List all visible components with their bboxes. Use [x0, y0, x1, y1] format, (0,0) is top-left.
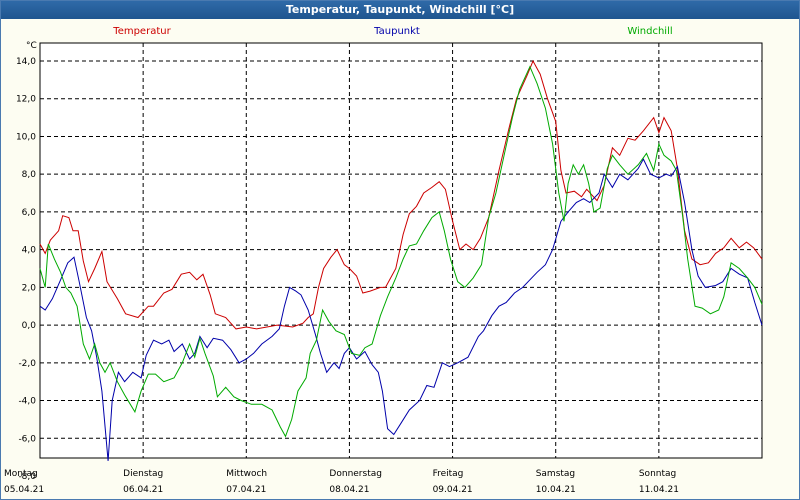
- y-tick-label: 0,0: [22, 321, 37, 331]
- x-axis-ticks: Montag 05.04.21 Dienstag 06.04.21 Mittwoch 07…: [4, 469, 679, 495]
- x-tick-day: Sonntag: [639, 469, 676, 479]
- y-tick-label: 12,0: [16, 95, 36, 105]
- legend-item-temperatur: Temperatur: [112, 26, 171, 37]
- x-tick-date: 11.04.21: [639, 485, 679, 495]
- y-tick-label: 8,0: [22, 170, 37, 180]
- x-tick-day: Montag: [4, 469, 38, 479]
- y-tick-label: 6,0: [22, 208, 37, 218]
- x-tick-date: 09.04.21: [433, 485, 473, 495]
- x-tick-date: 06.04.21: [123, 485, 163, 495]
- x-tick-date: 07.04.21: [226, 485, 266, 495]
- legend: Temperatur Taupunkt Windchill: [112, 26, 672, 37]
- legend-item-taupunkt: Taupunkt: [373, 26, 420, 37]
- x-tick-date: 05.04.21: [4, 485, 44, 495]
- legend-item-windchill: Windchill: [627, 26, 672, 37]
- y-tick-label: -4,0: [18, 397, 36, 407]
- x-tick-day: Donnerstag: [329, 469, 382, 479]
- x-tick-date: 10.04.21: [536, 485, 576, 495]
- y-tick-label: -2,0: [18, 359, 36, 369]
- y-axis-ticks: 14,012,010,08,06,04,02,00,0-2,0-4,0-6,0-…: [16, 57, 36, 482]
- y-tick-label: 2,0: [22, 283, 37, 293]
- y-tick-label: 14,0: [16, 57, 36, 67]
- chart-canvas: 14,012,010,08,06,04,02,00,0-2,0-4,0-6,0-…: [4, 26, 763, 495]
- y-axis-label: °C: [26, 41, 37, 51]
- y-tick-label: -6,0: [18, 434, 36, 444]
- y-tick-label: 10,0: [16, 132, 36, 142]
- x-tick-day: Freitag: [433, 469, 464, 479]
- y-tick-label: 4,0: [22, 246, 37, 256]
- x-tick-date: 08.04.21: [329, 485, 369, 495]
- x-tick-day: Mittwoch: [226, 469, 267, 479]
- x-tick-day: Samstag: [536, 469, 575, 479]
- x-tick-day: Dienstag: [123, 469, 163, 479]
- plot-area: [39, 42, 763, 459]
